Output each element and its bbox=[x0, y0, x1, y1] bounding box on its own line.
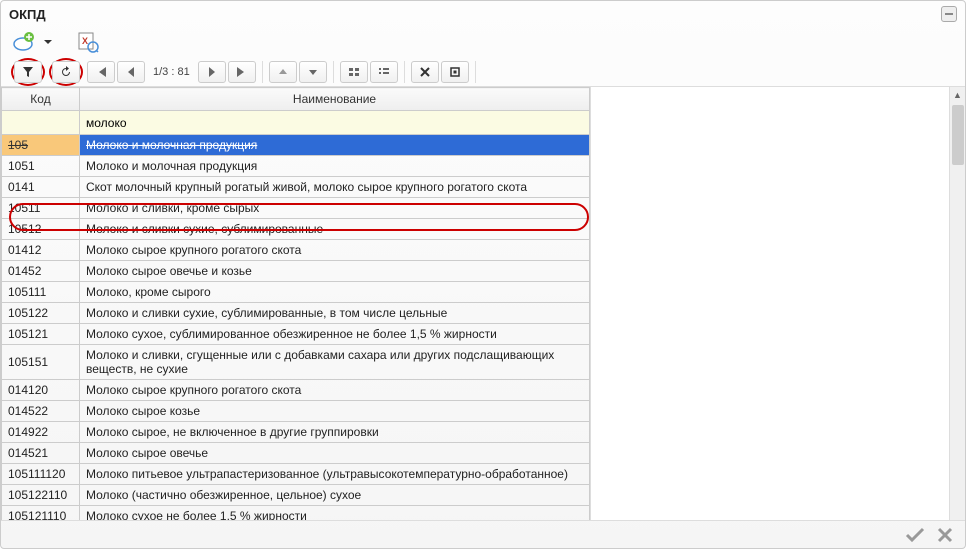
table-row[interactable]: 014120Молоко сырое крупного рогатого ско… bbox=[2, 380, 590, 401]
cell-name: Молоко сухое не более 1,5 % жирности bbox=[80, 506, 590, 521]
vertical-scrollbar[interactable]: ▲ bbox=[949, 87, 965, 520]
cell-code: 014521 bbox=[2, 443, 80, 464]
main-toolbar: X bbox=[1, 27, 965, 57]
table-row[interactable]: 1051Молоко и молочная продукция bbox=[2, 156, 590, 177]
new-record-button[interactable] bbox=[11, 29, 37, 55]
cell-code: 10512 bbox=[2, 219, 80, 240]
cell-code: 014922 bbox=[2, 422, 80, 443]
table-row[interactable]: 10512Молоко и сливки сухие, сублимирован… bbox=[2, 219, 590, 240]
filter-row bbox=[2, 111, 590, 135]
dropdown-arrow-icon[interactable] bbox=[41, 29, 55, 55]
list-view-button[interactable] bbox=[370, 61, 398, 83]
cell-code: 105122 bbox=[2, 303, 80, 324]
confirm-button[interactable] bbox=[905, 527, 925, 543]
data-grid: Код Наименование 105Молоко и молочная пр… bbox=[1, 87, 591, 520]
table-row[interactable]: 10511Молоко и сливки, кроме сырых bbox=[2, 198, 590, 219]
table-row[interactable]: 105121110Молоко сухое не более 1,5 % жир… bbox=[2, 506, 590, 521]
cell-name: Скот молочный крупный рогатый живой, мол… bbox=[80, 177, 590, 198]
window: ОКПД X bbox=[0, 0, 966, 549]
cell-name: Молоко и сливки, сгущенные или с добавка… bbox=[80, 345, 590, 380]
cell-name: Молоко и молочная продукция bbox=[80, 135, 590, 156]
close-x-button[interactable] bbox=[411, 61, 439, 83]
window-title: ОКПД bbox=[9, 7, 46, 22]
table-row[interactable]: 014922Молоко сырое, не включенное в друг… bbox=[2, 422, 590, 443]
cell-code: 105151 bbox=[2, 345, 80, 380]
table-row[interactable]: 105Молоко и молочная продукция bbox=[2, 135, 590, 156]
cell-code: 105111120 bbox=[2, 464, 80, 485]
table-row[interactable]: 105111Молоко, кроме сырого bbox=[2, 282, 590, 303]
cell-code: 10511 bbox=[2, 198, 80, 219]
cell-code: 014522 bbox=[2, 401, 80, 422]
cancel-button[interactable] bbox=[937, 527, 953, 543]
filter-name-input[interactable] bbox=[80, 111, 589, 134]
cell-name: Молоко сырое крупного рогатого скота bbox=[80, 380, 590, 401]
cell-name: Молоко сырое овечье и козье bbox=[80, 261, 590, 282]
refresh-button[interactable] bbox=[52, 61, 80, 83]
cell-code: 1051 bbox=[2, 156, 80, 177]
first-page-button[interactable] bbox=[87, 61, 115, 83]
sort-desc-button[interactable] bbox=[299, 61, 327, 83]
pagination-group: 1/3 : 81 bbox=[87, 61, 263, 83]
scroll-thumb[interactable] bbox=[952, 105, 964, 165]
cell-code: 014120 bbox=[2, 380, 80, 401]
cell-name: Молоко сырое козье bbox=[80, 401, 590, 422]
table-row[interactable]: 0141Скот молочный крупный рогатый живой,… bbox=[2, 177, 590, 198]
expand-button[interactable] bbox=[441, 61, 469, 83]
table-row[interactable]: 014522Молоко сырое козье bbox=[2, 401, 590, 422]
cell-name: Молоко сырое крупного рогатого скота bbox=[80, 240, 590, 261]
filter-highlight-circle bbox=[11, 58, 45, 86]
cell-code: 105121110 bbox=[2, 506, 80, 521]
col-header-code[interactable]: Код bbox=[2, 88, 80, 111]
footer bbox=[1, 520, 965, 548]
cell-name: Молоко сырое овечье bbox=[80, 443, 590, 464]
page-indicator: 1/3 : 81 bbox=[147, 66, 196, 78]
cell-code: 01452 bbox=[2, 261, 80, 282]
table-row[interactable]: 01412Молоко сырое крупного рогатого скот… bbox=[2, 240, 590, 261]
cell-name: Молоко и молочная продукция bbox=[80, 156, 590, 177]
grid-view-button[interactable] bbox=[340, 61, 368, 83]
cell-name: Молоко сырое, не включенное в другие гру… bbox=[80, 422, 590, 443]
sort-asc-button[interactable] bbox=[269, 61, 297, 83]
svg-text:X: X bbox=[82, 36, 88, 46]
table-row[interactable]: 105122Молоко и сливки сухие, сублимирова… bbox=[2, 303, 590, 324]
table: Код Наименование 105Молоко и молочная пр… bbox=[1, 87, 590, 520]
export-excel-button[interactable]: X bbox=[75, 29, 101, 55]
table-row[interactable]: 105122110Молоко (частично обезжиренное, … bbox=[2, 485, 590, 506]
filter-button[interactable] bbox=[14, 61, 42, 83]
detail-pane: ▲ bbox=[591, 87, 965, 520]
table-row[interactable]: 014521Молоко сырое овечье bbox=[2, 443, 590, 464]
cell-code: 0141 bbox=[2, 177, 80, 198]
filter-code-input[interactable] bbox=[2, 111, 79, 134]
refresh-highlight-circle bbox=[49, 58, 83, 86]
table-row[interactable]: 01452Молоко сырое овечье и козье bbox=[2, 261, 590, 282]
sort-group bbox=[269, 61, 334, 83]
cell-name: Молоко, кроме сырого bbox=[80, 282, 590, 303]
scroll-up-icon[interactable]: ▲ bbox=[950, 87, 965, 103]
cell-code: 105111 bbox=[2, 282, 80, 303]
view-group bbox=[340, 61, 405, 83]
table-row[interactable]: 105111120Молоко питьевое ультрапастеризо… bbox=[2, 464, 590, 485]
next-page-button[interactable] bbox=[198, 61, 226, 83]
cell-code: 01412 bbox=[2, 240, 80, 261]
table-row[interactable]: 105151Молоко и сливки, сгущенные или с д… bbox=[2, 345, 590, 380]
nav-toolbar: 1/3 : 81 bbox=[1, 57, 965, 87]
cell-name: Молоко сухое, сублимированное обезжиренн… bbox=[80, 324, 590, 345]
cell-code: 105 bbox=[2, 135, 80, 156]
last-page-button[interactable] bbox=[228, 61, 256, 83]
cell-name: Молоко питьевое ультрапастеризованное (у… bbox=[80, 464, 590, 485]
cell-name: Молоко и сливки, кроме сырых bbox=[80, 198, 590, 219]
cell-name: Молоко (частично обезжиренное, цельное) … bbox=[80, 485, 590, 506]
minimize-button[interactable] bbox=[941, 6, 957, 22]
cell-name: Молоко и сливки сухие, сублимированные bbox=[80, 219, 590, 240]
prev-page-button[interactable] bbox=[117, 61, 145, 83]
cell-code: 105122110 bbox=[2, 485, 80, 506]
action-group bbox=[411, 61, 476, 83]
body-area: Код Наименование 105Молоко и молочная пр… bbox=[1, 87, 965, 520]
table-row[interactable]: 105121Молоко сухое, сублимированное обез… bbox=[2, 324, 590, 345]
titlebar: ОКПД bbox=[1, 1, 965, 27]
cell-name: Молоко и сливки сухие, сублимированные, … bbox=[80, 303, 590, 324]
col-header-name[interactable]: Наименование bbox=[80, 88, 590, 111]
cell-code: 105121 bbox=[2, 324, 80, 345]
